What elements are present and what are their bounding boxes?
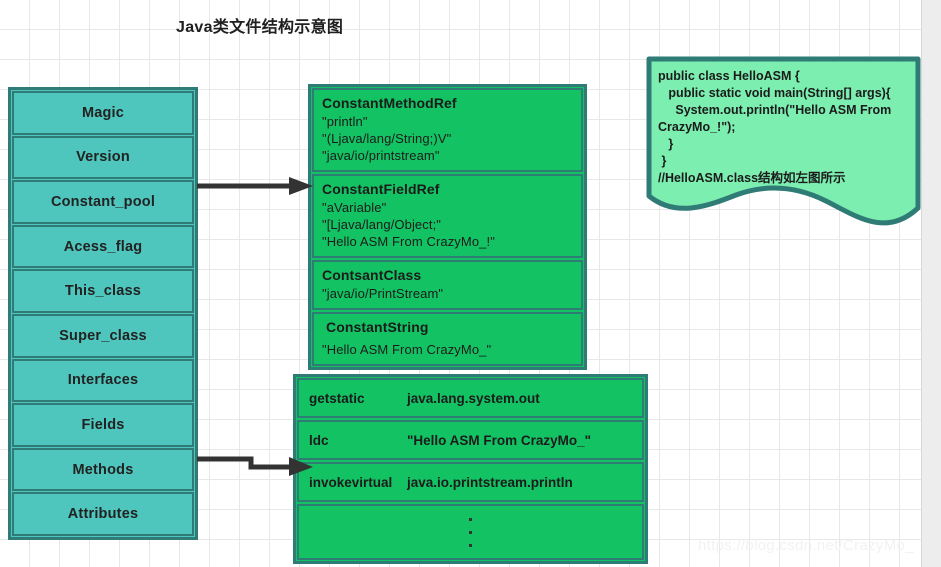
constant-pool-entry-line: "java/io/printstream" (322, 148, 440, 163)
class-structure-row[interactable]: Fields (12, 403, 194, 447)
bytecode-operand: java.lang.system.out (407, 390, 540, 406)
constant-pool-entry-line: "Hello ASM From CrazyMo_" (322, 342, 492, 357)
bytecode-operand: java.io.printstream.println (407, 474, 573, 490)
bytecode-opcode: invokevirtual (309, 474, 393, 490)
class-structure-row[interactable]: Magic (12, 91, 194, 135)
constant-pool-entry-title: ConstantFieldRef (322, 181, 440, 197)
bytecode-row-ellipsis (297, 504, 644, 560)
class-structure-row-label: Attributes (67, 506, 139, 523)
constant-pool-group: ConstantMethodRef "println" "(Ljava/lang/S… (308, 84, 587, 370)
class-structure-row[interactable]: Attributes (12, 492, 194, 536)
bytecode-row[interactable]: ldc "Hello ASM From CrazyMo_" (297, 420, 644, 460)
class-structure-row-label: Methods (72, 461, 134, 478)
class-structure-row[interactable]: Super_class (12, 313, 194, 358)
arrow-methods-icon (197, 456, 313, 476)
constant-pool-entry-title: ConstantString (326, 319, 429, 335)
constant-pool-entry-title: ContsantClass (322, 267, 422, 283)
class-structure-row-label: This_class (64, 283, 142, 300)
constant-pool-entry-line: "Hello ASM From CrazyMo_!" (322, 234, 495, 249)
class-structure-row[interactable]: This_class (12, 269, 194, 313)
constant-pool-entry[interactable]: ConstantFieldRef "aVariable" "[Ljava/lang/… (312, 174, 583, 258)
arrow-constant-pool-icon (197, 177, 313, 195)
bytecode-row[interactable]: invokevirtual java.io.printstream.println (297, 462, 644, 502)
ellipsis-dot-icon (469, 517, 472, 521)
source-code-text: public class HelloASM { public static vo… (658, 69, 892, 185)
class-structure-row-label: Constant_pool (50, 193, 156, 210)
page-gutter (921, 0, 941, 567)
constant-pool-entry-line: "aVariable" (322, 200, 387, 215)
bytecode-operand: "Hello ASM From CrazyMo_" (407, 432, 592, 448)
class-structure-row[interactable]: Interfaces (12, 358, 194, 403)
constant-pool-entry-line: "(Ljava/lang/String;)V" (322, 131, 452, 146)
class-structure-row-label: Magic (81, 104, 125, 121)
class-structure-row[interactable]: Acess_flag (12, 224, 194, 269)
page-title: Java类文件结构示意图 (176, 19, 344, 36)
bytecode-instruction-table: getstatic java.lang.system.out ldc "Hello A… (293, 374, 648, 564)
class-structure-row-label: Super_class (59, 327, 147, 344)
class-structure-row-label: Acess_flag (63, 238, 143, 255)
constant-pool-entry-line: "java/io/PrintStream" (322, 286, 444, 301)
constant-pool-entry[interactable]: ContsantClass "java/io/PrintStream" (312, 260, 583, 310)
constant-pool-entry[interactable]: ConstantMethodRef "println" "(Ljava/lang/S… (312, 88, 583, 172)
constant-pool-entry-line: "[Ljava/lang/Object;" (322, 217, 442, 232)
ellipsis-dot-icon (469, 543, 472, 547)
class-structure-row[interactable]: Methods (12, 447, 194, 492)
constant-pool-entry-title: ConstantMethodRef (322, 95, 457, 111)
diagram-canvas: Java类文件结构示意图 Magic Version Constant_pool Ac… (0, 0, 941, 567)
class-structure-row[interactable]: Constant_pool (12, 180, 194, 224)
source-code-note: public class HelloASM { public static vo… (646, 56, 921, 228)
constant-pool-entry-line: "println" (322, 114, 368, 129)
class-structure-row-label: Interfaces (67, 372, 139, 389)
constant-pool-entry[interactable]: ConstantString "Hello ASM From CrazyMo_" (312, 312, 583, 366)
class-file-structure-column: Magic Version Constant_pool Acess_flag This_… (8, 87, 198, 540)
bytecode-opcode: ldc (309, 432, 329, 448)
class-structure-row[interactable]: Version (12, 135, 194, 180)
watermark: https://blog.csdn.net/CrazyMo_ (698, 537, 914, 554)
bytecode-opcode: getstatic (309, 390, 365, 406)
bytecode-row[interactable]: getstatic java.lang.system.out (297, 378, 644, 418)
class-structure-row-label: Version (76, 149, 130, 166)
ellipsis-dot-icon (469, 530, 472, 534)
class-structure-row-label: Fields (81, 416, 125, 433)
